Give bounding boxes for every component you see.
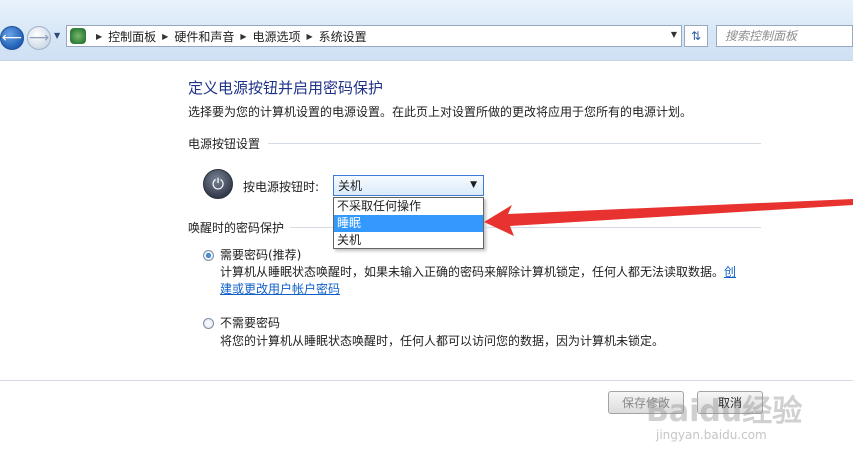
option-shut-down[interactable]: 关机 <box>334 232 483 249</box>
chevron-down-icon: ▼ <box>54 31 61 40</box>
watermark-logo: Baidu经验 <box>646 394 803 429</box>
breadcrumb-hardware-sound[interactable]: 硬件和声音 <box>174 28 234 45</box>
power-button-options-list: 不采取任何操作 睡眠 关机 <box>333 197 484 249</box>
search-input[interactable] <box>725 29 845 43</box>
breadcrumb-separator-icon[interactable]: ▶ <box>96 32 102 41</box>
search-box[interactable] <box>716 25 853 47</box>
power-icon: ⏻ <box>203 169 233 199</box>
wake-password-section-heading: 唤醒时的密码保护 <box>188 221 285 235</box>
annotation-arrow-shape <box>484 199 853 236</box>
back-button[interactable]: ⟵ <box>0 26 24 50</box>
refresh-button[interactable]: ⇅ <box>684 25 708 47</box>
forward-button[interactable]: ⟶ <box>27 26 51 50</box>
no-password-label[interactable]: 不需要密码 <box>220 314 280 331</box>
power-button-label: 按电源按钮时: <box>243 180 320 194</box>
breadcrumb-system-settings[interactable]: 系统设置 <box>319 28 367 45</box>
require-password-description: 计算机从睡眠状态唤醒时，如果未输入正确的密码来解除计算机锁定，任何人都无法读取数… <box>220 264 740 298</box>
address-bar[interactable]: ▶ 控制面板 ▶ 硬件和声音 ▶ 电源选项 ▶ 系统设置 ▼ <box>66 25 682 47</box>
require-password-radio[interactable] <box>203 250 214 261</box>
address-history-dropdown-icon[interactable]: ▼ <box>671 30 677 39</box>
option-do-nothing[interactable]: 不采取任何操作 <box>334 198 483 215</box>
forward-arrow-icon: ⟶ <box>28 30 50 46</box>
no-password-radio[interactable] <box>203 318 214 329</box>
chevron-down-icon: ▼ <box>470 180 477 190</box>
option-sleep[interactable]: 睡眠 <box>334 215 483 232</box>
back-arrow-icon: ⟵ <box>1 30 23 46</box>
breadcrumb-separator-icon[interactable]: ▶ <box>307 32 313 41</box>
breadcrumb-separator-icon[interactable]: ▶ <box>162 32 168 41</box>
section-divider <box>486 227 761 228</box>
require-password-desc-text: 计算机从睡眠状态唤醒时，如果未输入正确的密码来解除计算机锁定，任何人都无法读取数… <box>220 265 725 279</box>
no-password-description: 将您的计算机从睡眠状态唤醒时，任何人都可以访问您的数据，因为计算机未锁定。 <box>220 334 665 348</box>
breadcrumb-separator-icon[interactable]: ▶ <box>240 32 246 41</box>
section-divider <box>290 227 333 228</box>
page-title: 定义电源按钮并启用密码保护 <box>188 79 384 97</box>
control-panel-icon <box>70 28 86 44</box>
navigation-bar: ⟵ ⟶ ▼ ▶ 控制面板 ▶ 硬件和声音 ▶ 电源选项 ▶ 系统设置 ▼ ⇅ <box>0 0 853 61</box>
footer-divider <box>0 380 853 381</box>
page-description: 选择要为您的计算机设置的电源设置。在此页上对设置所做的更改将应用于您所有的电源计… <box>188 105 693 119</box>
breadcrumb-power-options[interactable]: 电源选项 <box>253 28 301 45</box>
refresh-icon: ⇅ <box>690 29 702 43</box>
power-button-action-select[interactable]: 关机 ▼ <box>333 175 484 196</box>
watermark-url: jingyan.baidu.com <box>656 428 767 442</box>
recent-pages-dropdown[interactable]: ▼ <box>54 31 62 43</box>
section-divider <box>268 143 761 144</box>
require-password-label[interactable]: 需要密码(推荐) <box>220 246 301 263</box>
power-button-selected-value: 关机 <box>338 179 363 193</box>
power-button-section-heading: 电源按钮设置 <box>188 137 261 151</box>
breadcrumb-control-panel[interactable]: 控制面板 <box>108 28 156 45</box>
